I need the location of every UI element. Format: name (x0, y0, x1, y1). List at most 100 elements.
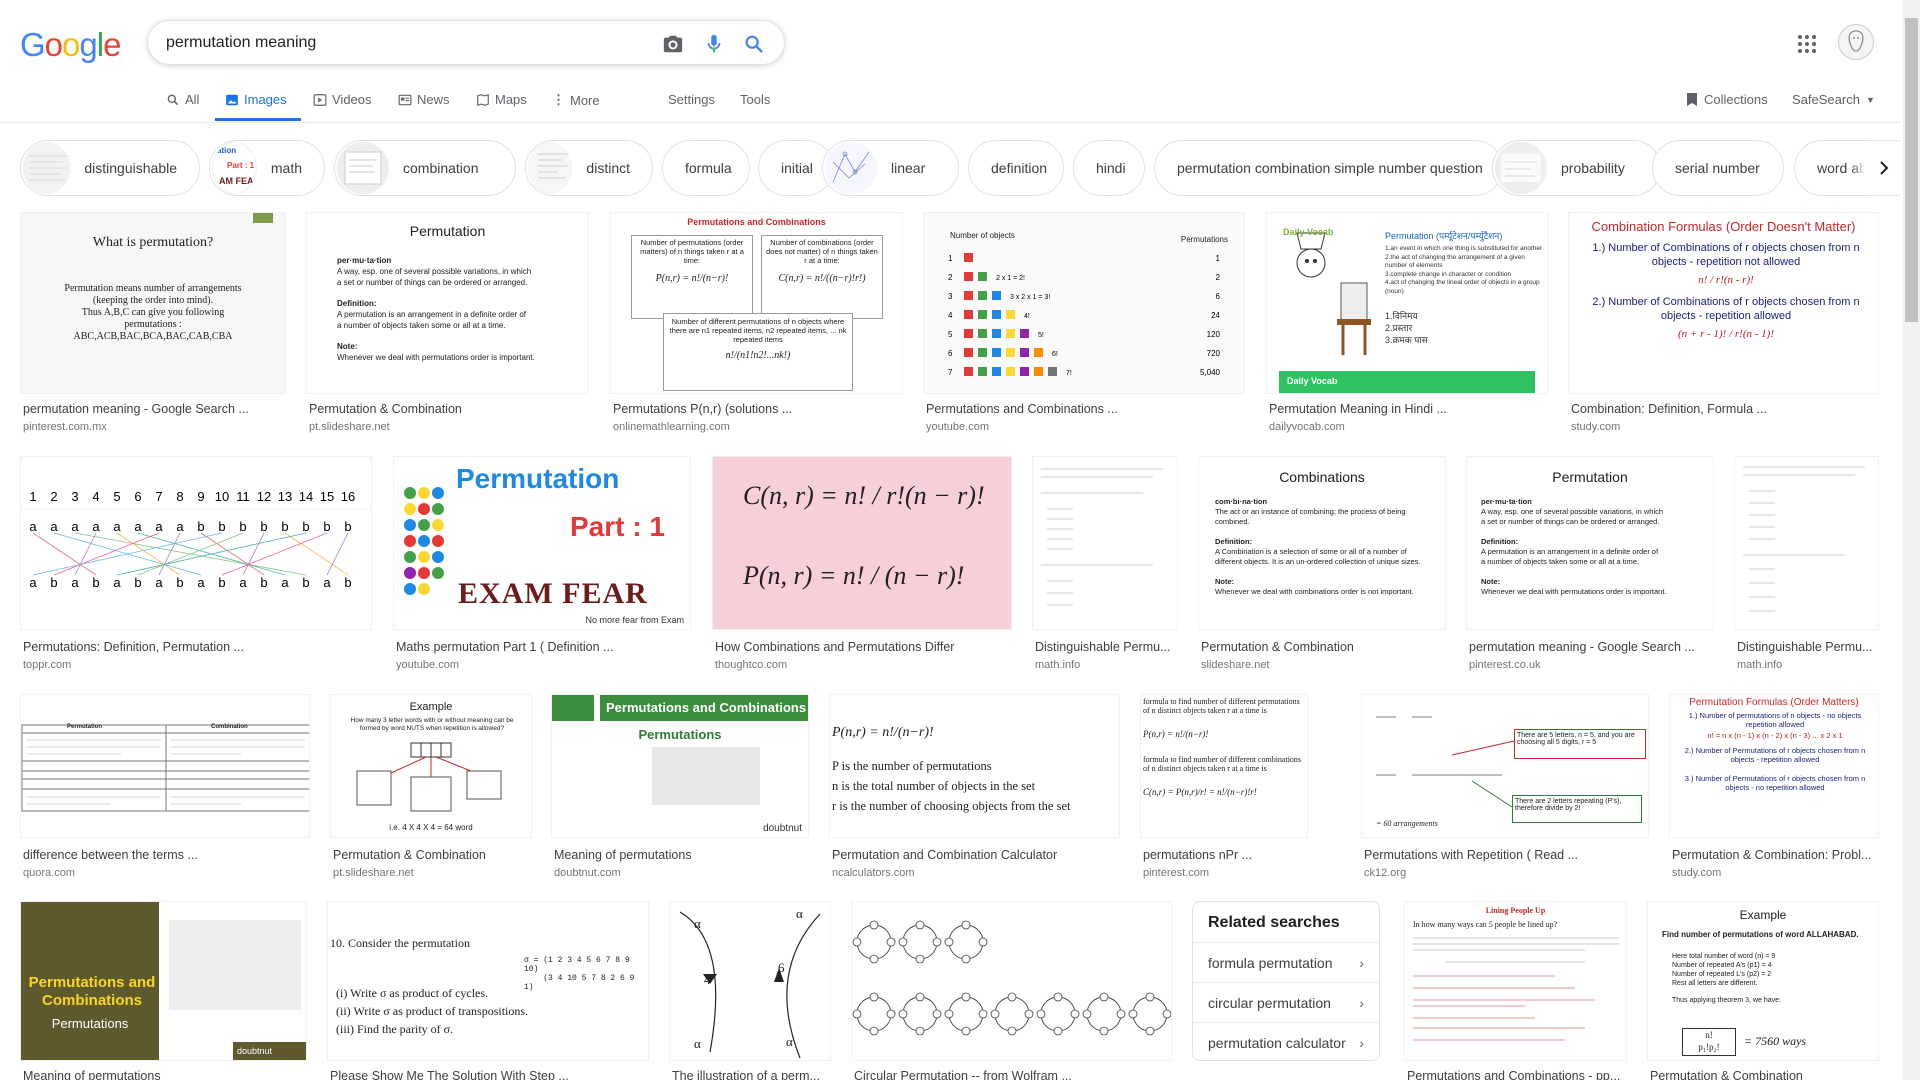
chip[interactable]: permutation combination simple number qu… (1154, 140, 1503, 196)
image-result[interactable]: Permutation Combination difference betwe… (20, 694, 310, 882)
image-result[interactable]: α 4 6 α α α The illustration of a perm..… (669, 901, 831, 1080)
chip[interactable]: probability (1492, 140, 1661, 196)
image-result[interactable]: Circular Permutation -- from Wolfram ... (851, 901, 1172, 1080)
tab-more[interactable]: ⋮ More (552, 92, 600, 108)
result-title[interactable]: difference between the terms ... (23, 848, 309, 862)
image-result[interactable]: Permutations and Combinations Permutatio… (551, 694, 809, 882)
result-source[interactable]: pinterest.com (1143, 867, 1209, 879)
apps-grid-icon[interactable] (1795, 32, 1819, 56)
result-source[interactable]: pinterest.co.uk (1469, 659, 1541, 671)
image-result[interactable]: Example Find number of permutations of w… (1647, 901, 1879, 1080)
result-source[interactable]: pt.slideshare.net (309, 421, 390, 433)
tab-images[interactable]: Images (225, 92, 287, 107)
result-source[interactable]: study.com (1571, 421, 1620, 433)
chip[interactable]: formula (662, 140, 750, 196)
image-result[interactable]: Permutations and Combinations Number of … (610, 212, 903, 434)
google-logo[interactable]: Google (20, 26, 121, 64)
result-title[interactable]: Permutation & Combination (1650, 1069, 1878, 1080)
result-title[interactable]: The illustration of a perm... (672, 1069, 830, 1080)
microphone-icon[interactable] (702, 32, 726, 56)
image-result[interactable]: Permutation per·mu·ta·tion A way, esp. o… (306, 212, 589, 434)
image-result[interactable]: There are 5 letters, n = 5, and you are … (1361, 694, 1649, 882)
result-title[interactable]: Meaning of permutations (554, 848, 808, 862)
image-result[interactable]: P(n,r) = n!/(n−r)! P is the number of pe… (829, 694, 1120, 882)
result-title[interactable]: permutation meaning - Google Search ... (23, 402, 285, 416)
result-source[interactable]: study.com (1672, 867, 1721, 879)
result-title[interactable]: Permutation & Combination (1201, 640, 1445, 654)
image-result[interactable]: Number of objects Permutations 1122 x 1 … (923, 212, 1245, 434)
image-result[interactable]: C(n, r) = n! / r!(n − r)! P(n, r) = n! /… (712, 456, 1012, 678)
result-source[interactable]: doubtnut.com (554, 867, 621, 879)
result-title[interactable]: Distinguishable Permu... (1737, 640, 1878, 654)
camera-icon[interactable] (661, 32, 685, 56)
chip[interactable]: combination (334, 140, 516, 196)
image-result[interactable]: Example How many 3 letter words with or … (330, 694, 532, 882)
result-title[interactable]: Permutation & Combination (309, 402, 588, 416)
result-title[interactable]: Please Show Me The Solution With Step ..… (330, 1069, 648, 1080)
result-source[interactable]: toppr.com (23, 659, 71, 671)
chip[interactable]: hindi (1073, 140, 1145, 196)
image-result[interactable]: Distinguishable Permu... math.info (1734, 456, 1879, 678)
avatar[interactable] (1838, 24, 1874, 60)
result-source[interactable]: ncalculators.com (832, 867, 915, 879)
related-search-item[interactable]: circular permutation › (1193, 982, 1379, 1022)
scrollbar-thumb[interactable] (1905, 18, 1918, 322)
result-title[interactable]: Permutation Meaning in Hindi ... (1269, 402, 1547, 416)
search-input[interactable] (166, 31, 636, 55)
image-result[interactable]: What is permutation? Permutation means n… (20, 212, 286, 434)
chips-next-button[interactable] (1864, 146, 1904, 190)
result-source[interactable]: pinterest.com.mx (23, 421, 107, 433)
tab-all[interactable]: All (166, 92, 199, 107)
tab-videos[interactable]: Videos (313, 92, 372, 107)
settings-link[interactable]: Settings (668, 92, 715, 107)
image-result[interactable]: Permutations and Combinations Permutatio… (20, 901, 307, 1080)
image-result[interactable]: Permutation per·mu·ta·tion A way, esp. o… (1466, 456, 1714, 678)
result-title[interactable]: Permutation and Combination Calculator (832, 848, 1119, 862)
image-result[interactable]: Lining People Up In how many ways can 5 … (1404, 901, 1627, 1080)
image-result[interactable]: Permutation Part : 1 EXAM FEAR No more f… (393, 456, 691, 678)
result-title[interactable]: Distinguishable Permu... (1035, 640, 1177, 654)
result-source[interactable]: onlinemathlearning.com (613, 421, 730, 433)
result-source[interactable]: youtube.com (396, 659, 459, 671)
chip[interactable]: serial number (1652, 140, 1784, 196)
image-result[interactable]: Combinations com·bi·na·tion The act or a… (1198, 456, 1446, 678)
image-result[interactable]: Distinguishable Permu... math.info (1032, 456, 1178, 678)
result-title[interactable]: permutation meaning - Google Search ... (1469, 640, 1713, 654)
image-result[interactable]: Daily Vocab Permutation (पर्म्यूटेशन/पर्… (1266, 212, 1548, 434)
chip[interactable]: ation Part : 1 AM FEA math (209, 140, 325, 196)
result-source[interactable]: pt.slideshare.net (333, 867, 414, 879)
image-result[interactable]: 1 2 3 4 5 6 7 8 9 10 11 12 13 14 15 16 a a a a a a a a b b b b b b b b a… (20, 456, 372, 678)
search-icon[interactable] (742, 32, 766, 56)
tab-news[interactable]: News (398, 92, 450, 107)
result-title[interactable]: Permutations and Combinations - pp... (1407, 1069, 1626, 1080)
related-search-item[interactable]: permutation calculator › (1193, 1022, 1379, 1062)
collections-link[interactable]: Collections (1686, 92, 1768, 107)
result-title[interactable]: How Combinations and Permutations Differ (715, 640, 1011, 654)
chip[interactable]: distinguishable (20, 140, 200, 196)
result-source[interactable]: math.info (1035, 659, 1080, 671)
safesearch-dropdown[interactable]: SafeSearch ▼ (1792, 92, 1875, 107)
chip[interactable]: linear (822, 140, 959, 196)
result-title[interactable]: Permutations and Combinations ... (926, 402, 1244, 416)
result-title[interactable]: Combination: Definition, Formula ... (1571, 402, 1878, 416)
result-title[interactable]: Permutations with Repetition ( Read ... (1364, 848, 1648, 862)
chip[interactable]: definition (968, 140, 1064, 196)
tab-maps[interactable]: Maps (476, 92, 527, 107)
tools-link[interactable]: Tools (740, 92, 770, 107)
result-title[interactable]: Permutations: Definition, Permutation ..… (23, 640, 371, 654)
related-search-item[interactable]: formula permutation › (1193, 942, 1379, 982)
result-source[interactable]: dailyvocab.com (1269, 421, 1345, 433)
result-title[interactable]: permutations nPr ... (1143, 848, 1307, 862)
result-source[interactable]: quora.com (23, 867, 75, 879)
chip[interactable]: distinct (525, 140, 653, 196)
result-source[interactable]: thoughtco.com (715, 659, 787, 671)
result-source[interactable]: math.info (1737, 659, 1782, 671)
image-result[interactable]: Combination Formulas (Order Doesn't Matt… (1568, 212, 1879, 434)
result-title[interactable]: Permutations P(n,r) (solutions ... (613, 402, 902, 416)
result-title[interactable]: Maths permutation Part 1 ( Definition ..… (396, 640, 690, 654)
result-source[interactable]: slideshare.net (1201, 659, 1270, 671)
result-title[interactable]: Meaning of permutations (23, 1069, 306, 1080)
result-source[interactable]: ck12.org (1364, 867, 1406, 879)
image-result[interactable]: 10. Consider the permutation σ = (1 2 3 … (327, 901, 649, 1080)
result-title[interactable]: Permutation & Combination (333, 848, 531, 862)
